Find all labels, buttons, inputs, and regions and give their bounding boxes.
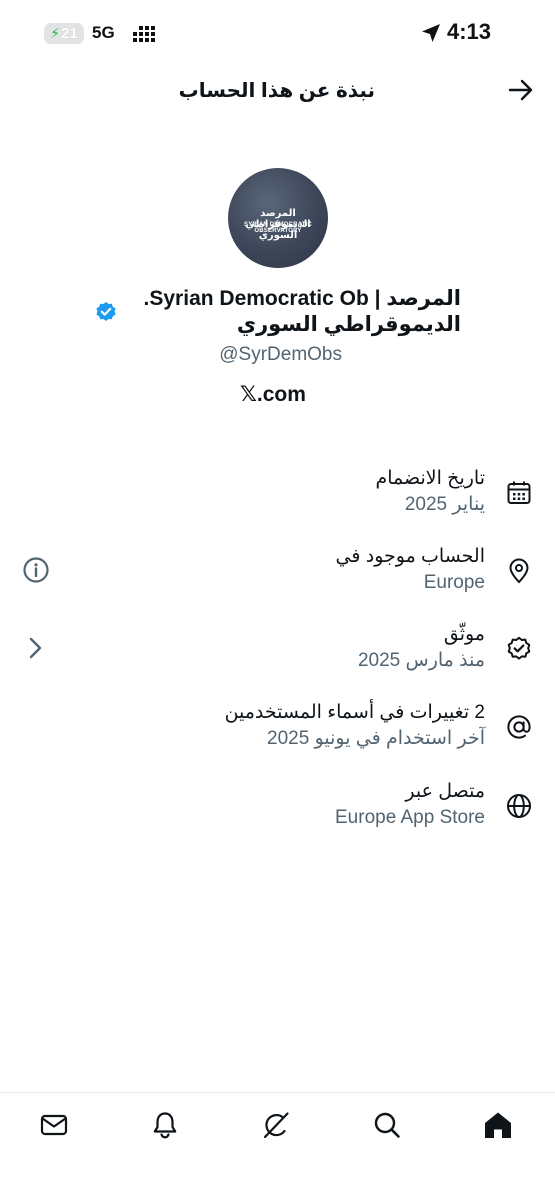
website-link-text: .com bbox=[256, 383, 306, 406]
connected-via-label: متصل عبر bbox=[405, 781, 485, 802]
network-type: 5G bbox=[92, 23, 115, 42]
location-arrow-icon bbox=[422, 24, 440, 42]
connected-via-value: Europe App Store bbox=[335, 807, 485, 828]
info-row-text: موثّق منذ مارس 2025 bbox=[358, 622, 485, 674]
info-row-connected-via: متصل عبر Europe App Store bbox=[0, 779, 555, 843]
nav-notifications[interactable] bbox=[150, 1110, 180, 1140]
nav-grok[interactable] bbox=[261, 1110, 291, 1140]
chevron-right-icon bbox=[29, 637, 42, 659]
info-row-text: الحساب موجود في Europe bbox=[336, 544, 485, 596]
location-pin-icon bbox=[509, 558, 529, 584]
header: نبذة عن هذا الحساب bbox=[0, 68, 555, 112]
location-info-button[interactable] bbox=[22, 556, 50, 584]
info-row-text: تاريخ الانضمام يناير 2025 bbox=[375, 466, 485, 518]
at-sign-icon bbox=[507, 715, 531, 739]
page-title: نبذة عن هذا الحساب bbox=[178, 80, 375, 102]
info-row-username-changes: 2 تغييرات في أسماء المستخدمين آخر استخدا… bbox=[0, 700, 555, 764]
verified-since-value: منذ مارس 2025 bbox=[357, 650, 485, 671]
location-value: Europe bbox=[423, 572, 485, 593]
charging-bolt-icon: ⚡ bbox=[50, 25, 61, 41]
messages-icon bbox=[40, 1114, 68, 1136]
notifications-icon bbox=[153, 1112, 177, 1139]
join-date-label: تاريخ الانضمام bbox=[375, 468, 485, 489]
verified-badge-icon bbox=[96, 302, 116, 321]
display-name: المرصد | Syrian Democratic Ob. الديموقرا… bbox=[143, 287, 461, 336]
username-changes-value: آخر استخدام في يونيو 2025 bbox=[267, 728, 485, 749]
verified-check-icon bbox=[507, 636, 531, 660]
avatar[interactable]: المرصد الديموقراطي السوري SYRIAN DEMOCRA… bbox=[228, 168, 328, 268]
join-date-value: يناير 2025 bbox=[404, 494, 485, 515]
calendar-icon bbox=[507, 481, 531, 504]
nav-search[interactable] bbox=[372, 1110, 402, 1140]
x-logo-glyph: 𝕏 bbox=[240, 383, 257, 406]
verified-details-button[interactable] bbox=[22, 634, 50, 662]
info-row-text: متصل عبر Europe App Store bbox=[335, 779, 485, 831]
info-row-location: الحساب موجود في Europe bbox=[0, 544, 555, 608]
nav-messages[interactable] bbox=[39, 1110, 69, 1140]
location-label: الحساب موجود في bbox=[335, 546, 485, 567]
grok-icon bbox=[263, 1112, 289, 1139]
status-time: 4:13 bbox=[447, 19, 492, 44]
search-icon bbox=[374, 1112, 400, 1138]
info-row-verified[interactable]: موثّق منذ مارس 2025 bbox=[0, 622, 555, 686]
username-changes-label: 2 تغييرات في أسماء المستخدمين bbox=[224, 702, 485, 723]
bottom-navigation bbox=[0, 1092, 555, 1201]
signal-strength-icon bbox=[133, 26, 155, 42]
back-button[interactable] bbox=[508, 78, 538, 102]
info-row-join-date: تاريخ الانضمام يناير 2025 bbox=[0, 466, 555, 530]
arrow-right-icon bbox=[508, 79, 533, 101]
globe-icon bbox=[507, 794, 531, 818]
website-link[interactable]: 𝕏.com bbox=[240, 382, 306, 407]
username-handle: @SyrDemObs bbox=[219, 344, 342, 365]
info-row-text: 2 تغييرات في أسماء المستخدمين آخر استخدا… bbox=[225, 700, 485, 752]
verified-label: موثّق bbox=[443, 624, 485, 645]
home-icon bbox=[485, 1112, 511, 1138]
nav-home[interactable] bbox=[483, 1110, 513, 1140]
avatar-text-english: SYRIAN DEMOCRATIC OBSERVATORY bbox=[244, 222, 312, 234]
info-icon bbox=[23, 557, 49, 583]
status-bar: ⚡ 21 5G 4:13 bbox=[0, 0, 555, 68]
battery-level: 21 bbox=[61, 25, 78, 42]
battery-indicator: ⚡ 21 bbox=[44, 23, 84, 44]
